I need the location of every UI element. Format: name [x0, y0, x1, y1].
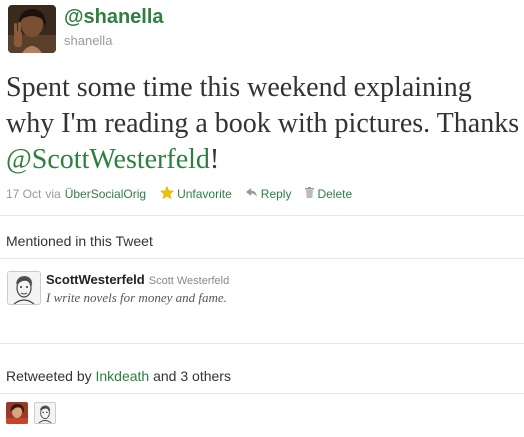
- reply-icon: [245, 187, 258, 201]
- star-icon: [160, 185, 174, 202]
- divider: [0, 215, 524, 216]
- author-handle[interactable]: @shanella: [64, 6, 164, 29]
- author-avatar-image: [8, 5, 56, 53]
- tweet-date[interactable]: 17 Oct: [6, 187, 41, 201]
- divider: [0, 258, 524, 259]
- mentioned-section-title: Mentioned in this Tweet: [6, 233, 153, 249]
- tweet-text-body: Spent some time this weekend explaining …: [6, 72, 520, 139]
- divider: [0, 393, 524, 394]
- mentioned-avatar-image: [8, 272, 40, 304]
- tweet-meta: 17 Oct via ÜberSocialOrig Unfavorite Rep…: [6, 185, 352, 202]
- mentioned-user-bio: I write novels for money and fame.: [46, 290, 227, 305]
- retweeter-avatar[interactable]: [6, 402, 28, 424]
- retweeter-avatar[interactable]: [34, 402, 56, 424]
- reply-label: Reply: [260, 187, 292, 201]
- divider: [0, 343, 524, 344]
- unfavorite-button[interactable]: Unfavorite: [160, 185, 232, 202]
- tweet-text: Spent some time this weekend explaining …: [6, 70, 521, 178]
- retweeted-suffix[interactable]: and 3 others: [153, 368, 231, 384]
- mentioned-screen-name[interactable]: ScottWesterfeld: [46, 272, 145, 287]
- mention-link[interactable]: @ScottWesterfeld: [6, 144, 210, 175]
- retweeted-by: Retweeted by Inkdeath and 3 others: [6, 368, 231, 384]
- tweet-text-end: !: [209, 144, 220, 175]
- reply-button[interactable]: Reply: [245, 187, 292, 201]
- mentioned-user-name[interactable]: ScottWesterfeld Scott Westerfeld: [46, 272, 229, 287]
- retweeted-prefix: Retweeted by: [6, 368, 92, 384]
- trash-icon: [305, 187, 315, 201]
- delete-button[interactable]: Delete: [305, 187, 352, 201]
- mentioned-user-avatar[interactable]: [7, 271, 41, 305]
- delete-label: Delete: [317, 187, 353, 201]
- retweeter-link[interactable]: Inkdeath: [96, 368, 150, 384]
- author-username: shanella: [64, 33, 113, 48]
- mentioned-full-name: Scott Westerfeld: [148, 275, 230, 287]
- unfavorite-label: Unfavorite: [177, 187, 232, 201]
- via-label: via: [45, 187, 61, 201]
- via-app-link[interactable]: ÜberSocialOrig: [65, 187, 146, 201]
- author-avatar[interactable]: [8, 5, 56, 53]
